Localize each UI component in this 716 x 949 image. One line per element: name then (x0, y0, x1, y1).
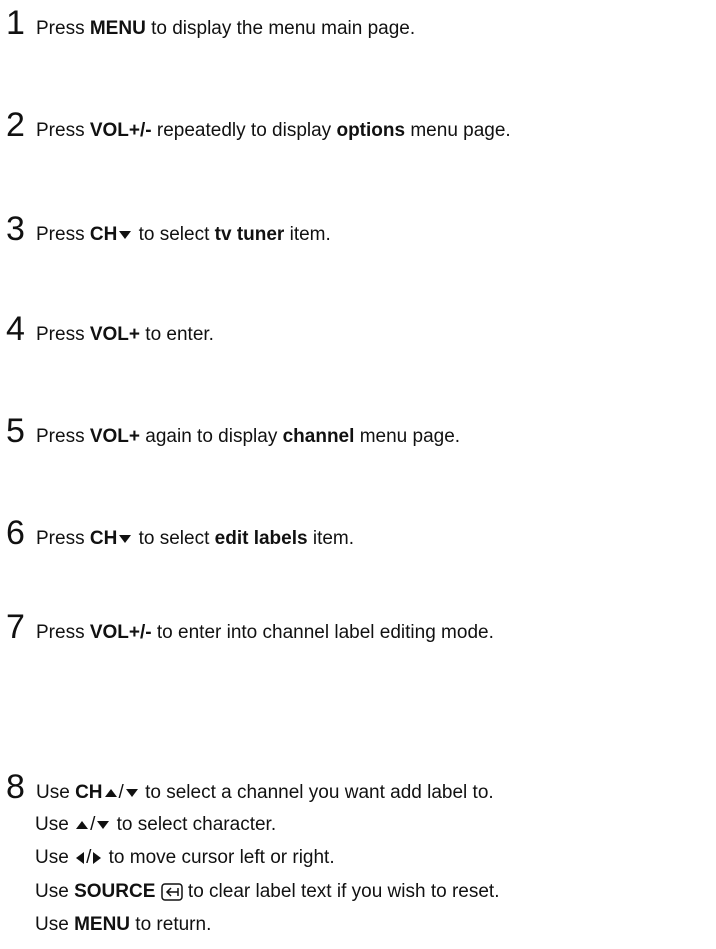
step-text: Press VOL+/- to enter into channel label… (36, 622, 494, 643)
step-8-line-5: Use MENU to return. (35, 914, 212, 935)
triangle-left-icon (76, 851, 85, 864)
step-6: 6 Press CH to select edit labels item. (6, 516, 354, 552)
step-7: 7 Press VOL+/- to enter into channel lab… (6, 610, 494, 646)
step-text: Use CH / to select a channel you want add… (36, 782, 494, 803)
step-text: Press CH to select edit labels item. (36, 528, 355, 549)
step-text: Press VOL+ to enter. (36, 324, 214, 345)
step-text: Press MENU to display the menu main page… (36, 18, 416, 39)
step-1: 1 Press MENU to display the menu main pa… (6, 6, 415, 42)
step-2: 2 Press VOL+/- repeatedly to display opt… (6, 108, 511, 144)
triangle-up-icon (104, 788, 117, 797)
step-number: 8 (6, 768, 25, 806)
step-number: 4 (6, 310, 25, 348)
step-number: 2 (6, 106, 25, 144)
triangle-down-icon (125, 788, 138, 797)
step-8-line-2: Use / to select character. (35, 814, 277, 835)
step-8-line-4: Use SOURCE to clear label text if you wi… (35, 881, 500, 902)
step-number: 5 (6, 412, 25, 450)
triangle-down-icon (119, 230, 132, 239)
step-5: 5 Press VOL+ again to display channel me… (6, 414, 460, 450)
step-8: 8 Use CH / to select a channel you want a… (6, 770, 494, 806)
step-number: 1 (6, 4, 25, 42)
triangle-down-icon (97, 820, 110, 829)
step-text: Press VOL+ again to display channel menu… (36, 426, 461, 447)
step-number: 3 (6, 210, 25, 248)
step-text: Press VOL+/- repeatedly to display optio… (36, 120, 511, 141)
step-4: 4 Press VOL+ to enter. (6, 312, 214, 348)
triangle-down-icon (119, 534, 132, 543)
step-number: 7 (6, 608, 25, 646)
step-text: Press CH to select tv tuner item. (36, 224, 331, 245)
source-input-icon (160, 883, 183, 901)
triangle-up-icon (76, 820, 89, 829)
step-number: 6 (6, 514, 25, 552)
step-8-line-3: Use / to move cursor left or right. (35, 847, 335, 868)
step-3: 3 Press CH to select tv tuner item. (6, 212, 331, 248)
triangle-right-icon (93, 851, 102, 864)
